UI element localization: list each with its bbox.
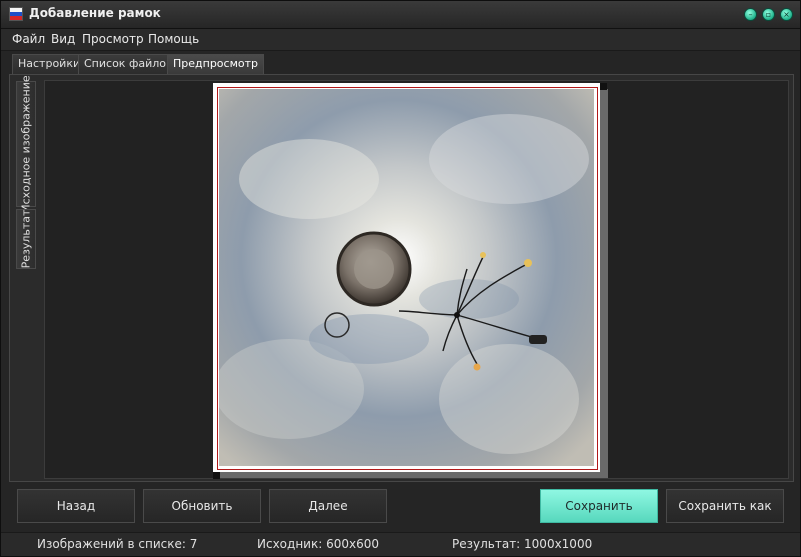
status-bar: Изображений в списке: 7 Исходник: 600x60… (1, 532, 800, 556)
frame-corner-marker (600, 83, 607, 90)
side-tab-source-label: Исходное изображение (19, 75, 33, 213)
main-window: Добавление рамок – ▫ × Файл Вид Просмотр… (0, 0, 801, 557)
menu-item-preview[interactable]: Просмотр (82, 32, 144, 46)
save-as-button[interactable]: Сохранить как (666, 489, 784, 523)
frame-shadow-right (600, 89, 608, 478)
side-tab-result[interactable]: Результат (16, 209, 36, 269)
preview-image (219, 89, 594, 466)
maximize-icon: ▫ (765, 10, 772, 19)
title-bar[interactable]: Добавление рамок – ▫ × (1, 1, 800, 29)
status-images-count: Изображений в списке: 7 (37, 537, 198, 551)
menu-item-help[interactable]: Помощь (148, 32, 199, 46)
refresh-button[interactable]: Обновить (143, 489, 261, 523)
tab-preview[interactable]: Предпросмотр (167, 54, 264, 74)
menu-item-view[interactable]: Вид (51, 32, 75, 46)
russian-flag-icon (9, 7, 23, 21)
action-bar: Назад Обновить Далее Сохранить Сохранить… (1, 487, 800, 527)
tab-settings[interactable]: Настройки (12, 54, 87, 74)
next-button[interactable]: Далее (269, 489, 387, 523)
tab-file-list[interactable]: Список файлов (78, 54, 179, 74)
menu-item-file[interactable]: Файл (12, 32, 45, 46)
preview-frame (213, 83, 600, 472)
flag-stripe-red (10, 16, 22, 20)
save-button[interactable]: Сохранить (540, 489, 658, 523)
frame-shadow-bottom (219, 472, 608, 478)
back-button[interactable]: Назад (17, 489, 135, 523)
side-tab-result-label: Результат (19, 209, 33, 269)
minimize-icon: – (748, 10, 753, 19)
frame-corner-marker (213, 472, 220, 479)
close-icon: × (783, 10, 790, 19)
close-button[interactable]: × (780, 8, 793, 21)
menu-bar: Файл Вид Просмотр Помощь (1, 29, 800, 51)
status-result-size: Результат: 1000x1000 (452, 537, 593, 551)
side-tab-source-image[interactable]: Исходное изображение (16, 75, 36, 213)
status-source-size: Исходник: 600x600 (257, 537, 379, 551)
window-title: Добавление рамок (29, 6, 161, 20)
maximize-button[interactable]: ▫ (762, 8, 775, 21)
tab-bar: Настройки Список файлов Предпросмотр (1, 53, 800, 75)
little-planet-photo (219, 89, 594, 466)
minimize-button[interactable]: – (744, 8, 757, 21)
